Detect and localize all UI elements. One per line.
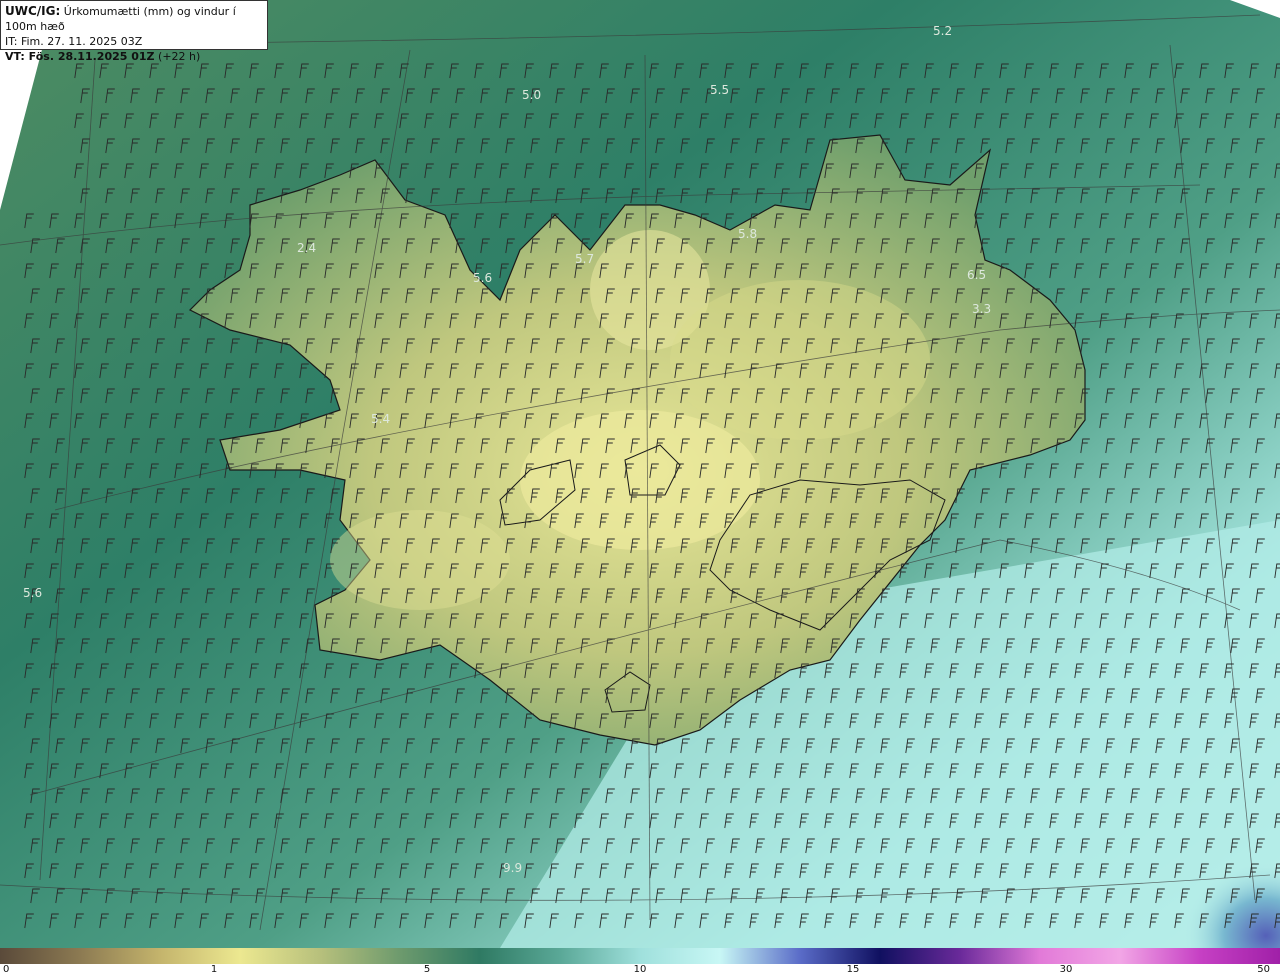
map-value-label: 5.0 <box>522 88 541 102</box>
map-value-label: 5.6 <box>473 271 492 285</box>
map-value-label: 9.9 <box>503 861 522 875</box>
info-box: UWC/IG: Úrkomumætti (mm) og vindur í 100… <box>0 0 268 63</box>
map-value-label: 5.4 <box>371 412 390 426</box>
map-value-label: 3.3 <box>972 302 991 316</box>
colorbar-tick-label: 1 <box>210 964 218 975</box>
colorbar-tick-label: 5 <box>423 964 431 975</box>
map-value-label: 5.2 <box>933 24 952 38</box>
map-value-label: 5.6 <box>23 586 42 600</box>
title-line: UWC/IG: Úrkomumætti (mm) og vindur í 100… <box>5 4 263 34</box>
map-value-label: 5.8 <box>738 227 757 241</box>
forecast-map: 5.2 5.0 5.5 5.8 5.7 5.6 2.4 6.5 3.3 5.4 … <box>0 0 1280 948</box>
valid-time-line: VT: Fös. 28.11.2025 01Z (+22 h) <box>5 49 263 64</box>
colorbar-tick-label: 15 <box>846 964 860 975</box>
colorbar-tick-label: 0 <box>3 964 10 975</box>
map-value-label: 2.4 <box>297 241 316 255</box>
map-value-label: 5.7 <box>575 252 594 266</box>
valid-time: VT: Fös. 28.11.2025 01Z <box>5 50 155 63</box>
forecast-hour: (+22 h) <box>158 50 201 63</box>
initial-time: IT: Fim. 27. 11. 2025 03Z <box>5 35 143 48</box>
model-prefix: UWC/IG: <box>5 4 61 18</box>
colorbar-tick-label: 10 <box>633 964 647 975</box>
colorbar-tick-label: 30 <box>1059 964 1073 975</box>
map-value-label: 6.5 <box>967 268 986 282</box>
colorbar <box>0 948 1280 964</box>
colorbar-tick-label: 50 <box>1257 964 1270 975</box>
map-value-label: 5.5 <box>710 83 729 97</box>
colorbar-labels: 0 1 5 10 15 30 50 <box>0 963 1280 978</box>
